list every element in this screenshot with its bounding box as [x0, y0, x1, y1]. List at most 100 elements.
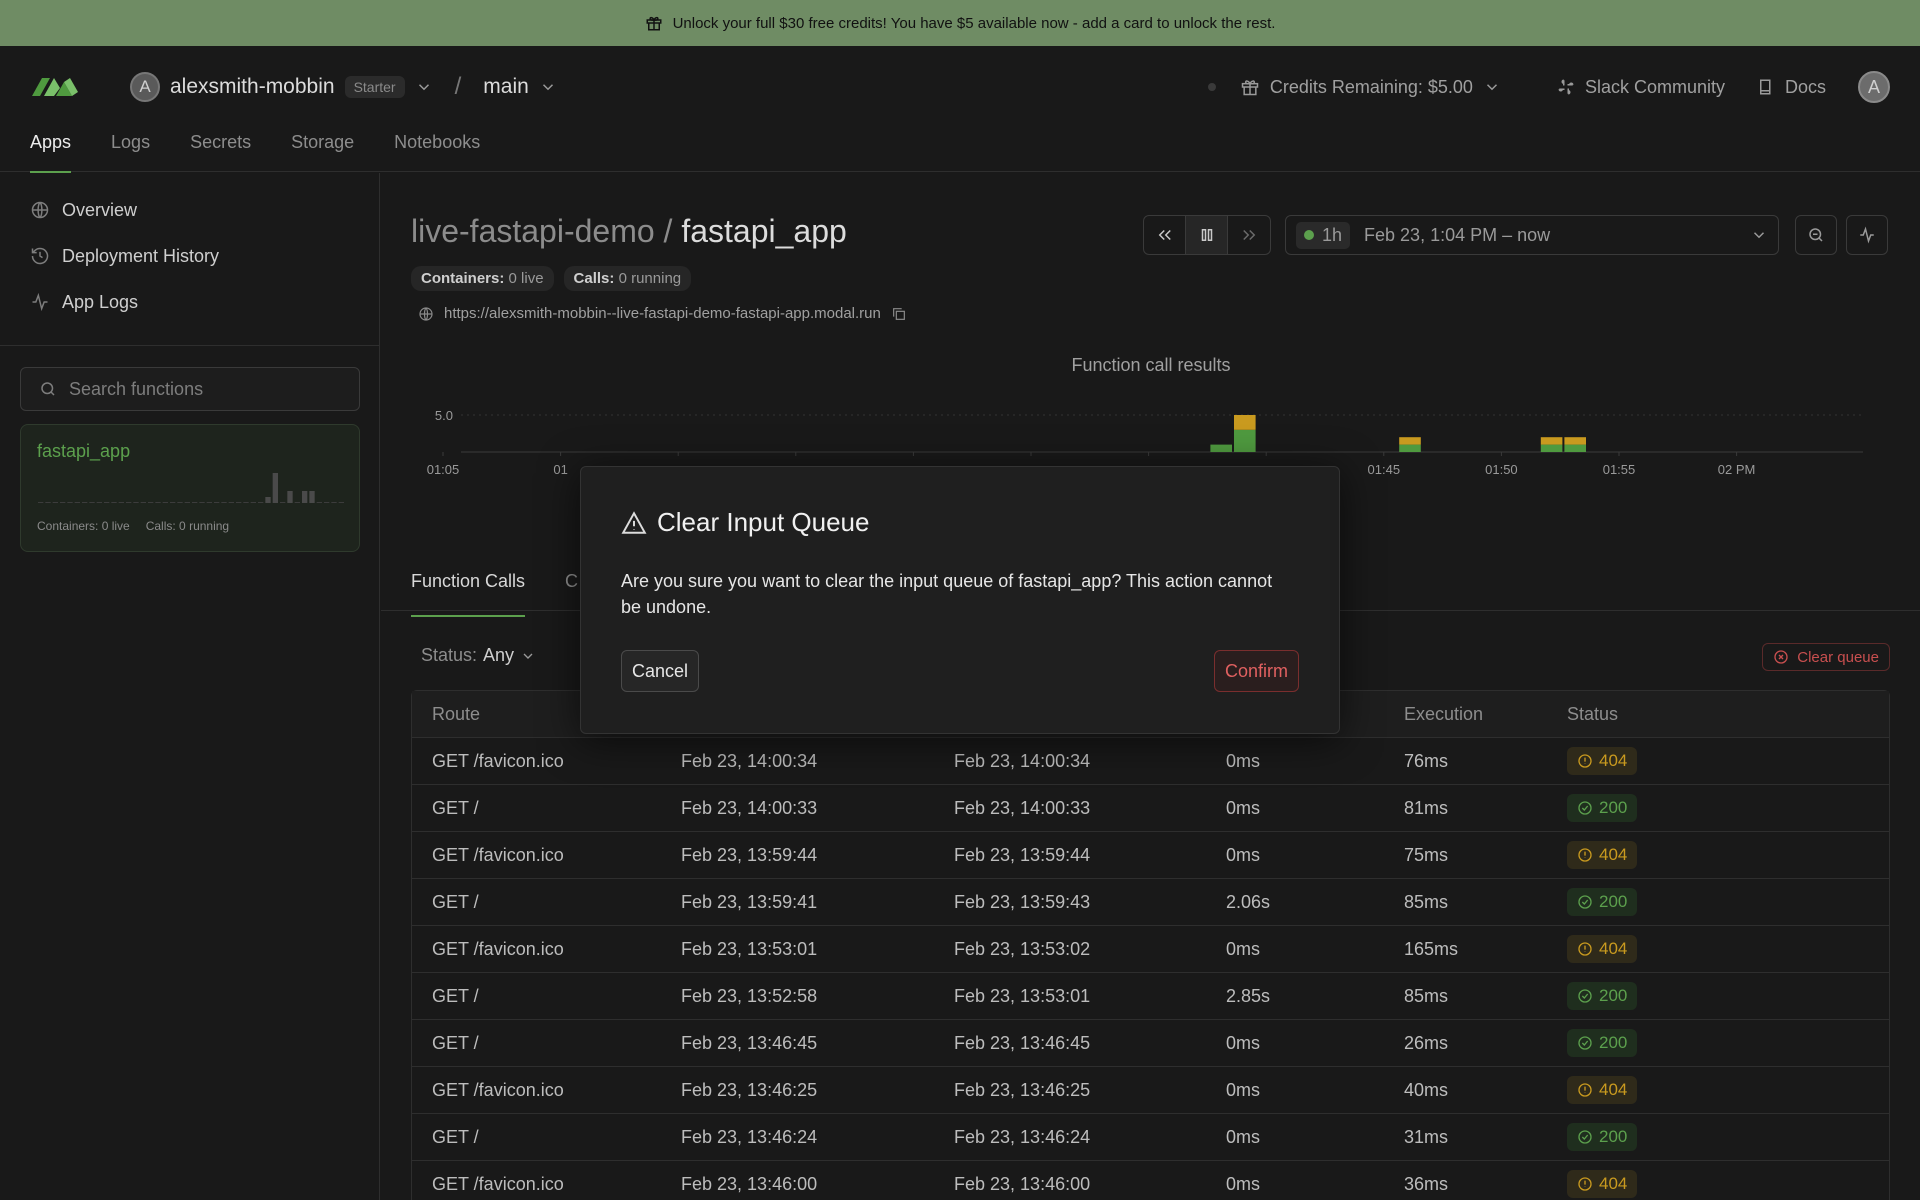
column-header[interactable]: Execution: [1404, 704, 1567, 725]
clear-queue-label: Clear queue: [1797, 648, 1879, 666]
table-row[interactable]: GET / Feb 23, 14:00:33 Feb 23, 14:00:33 0ms…: [412, 785, 1889, 832]
rewind-button[interactable]: [1144, 216, 1186, 254]
chart-bar: [1234, 415, 1256, 430]
sparkline-bar: [236, 502, 242, 503]
url-text[interactable]: https://alexsmith-mobbin--live-fastapi-d…: [444, 305, 881, 322]
main-nav: Apps Logs Secrets Storage Notebooks: [30, 132, 480, 173]
page-title: live-fastapi-demo / fastapi_app: [411, 213, 847, 250]
sidebar-item-app-logs[interactable]: App Logs: [30, 291, 349, 313]
start-time-cell: Feb 23, 13:52:58: [681, 985, 818, 1006]
table-row[interactable]: GET / Feb 23, 13:46:24 Feb 23, 13:46:24 0ms…: [412, 1114, 1889, 1161]
clear-queue-button[interactable]: Clear queue: [1762, 643, 1890, 671]
route-cell: GET /: [432, 1032, 479, 1053]
execution-cell: 165ms: [1404, 938, 1459, 959]
status-badge: 200: [1567, 794, 1638, 822]
queue-cell: 0ms: [1226, 1079, 1261, 1100]
execution-cell: 31ms: [1404, 1126, 1449, 1147]
org-avatar: A: [130, 72, 160, 102]
start-time-cell: Feb 23, 13:59:41: [681, 891, 818, 912]
start-time-cell: Feb 23, 14:00:34: [681, 750, 818, 771]
metrics-button[interactable]: [1846, 215, 1888, 255]
table-row[interactable]: GET /favicon.ico Feb 23, 13:46:25 Feb 23, …: [412, 1067, 1889, 1114]
sparkline-bar: [52, 502, 58, 503]
start-time-cell: Feb 23, 13:46:00: [681, 1173, 818, 1194]
sparkline-bar: [272, 473, 278, 503]
status-badge: 200: [1567, 982, 1638, 1010]
globe-icon: [30, 200, 50, 220]
x-tick-label: 01:50: [1485, 462, 1518, 477]
zoom-out-button[interactable]: [1795, 215, 1837, 255]
confirm-button[interactable]: Confirm: [1213, 650, 1299, 692]
sparkline-bar: [96, 502, 102, 503]
chart-bar: [1564, 437, 1586, 445]
sidebar-links: Overview Deployment History App Logs: [0, 173, 379, 346]
search-input[interactable]: [69, 378, 329, 400]
sidebar-item-label: Deployment History: [62, 245, 220, 266]
x-tick-label: 01:45: [1368, 462, 1401, 477]
breadcrumb-separator: /: [454, 73, 462, 100]
tab-containers[interactable]: C: [565, 571, 578, 611]
tab-secrets[interactable]: Secrets: [190, 132, 251, 172]
docs-link[interactable]: Docs: [1757, 77, 1826, 98]
sidebar-item-deployment-history[interactable]: Deployment History: [30, 245, 349, 267]
status-filter[interactable]: Status: Any: [421, 645, 536, 666]
modal-logo[interactable]: [30, 74, 80, 100]
app-stats: Containers: 0 live Calls: 0 running: [411, 266, 692, 291]
end-time-cell: Feb 23, 14:00:34: [954, 750, 1091, 771]
table-row[interactable]: GET /favicon.ico Feb 23, 14:00:34 Feb 23, …: [412, 738, 1889, 785]
tab-notebooks[interactable]: Notebooks: [394, 132, 480, 172]
pause-button[interactable]: [1186, 216, 1228, 254]
table-row[interactable]: GET /favicon.ico Feb 23, 13:46:00 Feb 23, …: [412, 1161, 1889, 1200]
status-badge: 200: [1567, 888, 1638, 916]
status-cell: 200: [1567, 794, 1867, 822]
end-time-cell: Feb 23, 14:00:33: [954, 797, 1091, 818]
sparkline-bar: [162, 502, 168, 503]
start-time-cell: Feb 23, 14:00:33: [681, 797, 818, 818]
slack-label: Slack Community: [1584, 76, 1725, 97]
route-cell: GET /favicon.ico: [432, 844, 564, 865]
user-avatar[interactable]: A: [1858, 71, 1890, 103]
sparkline-bar: [280, 502, 286, 503]
calls-label: Calls:: [573, 270, 615, 287]
table-row[interactable]: GET / Feb 23, 13:52:58 Feb 23, 13:53:01 2.8…: [412, 973, 1889, 1020]
function-card[interactable]: fastapi_app Containers: 0 live Calls: 0 …: [20, 424, 360, 552]
chevron-down-icon[interactable]: [539, 78, 557, 96]
route-cell: GET /favicon.ico: [432, 938, 564, 959]
globe-icon: [418, 306, 434, 322]
environment-name[interactable]: main: [483, 75, 529, 99]
credits-dropdown[interactable]: Credits Remaining: $5.00: [1240, 77, 1501, 98]
status-badge: 404: [1567, 935, 1638, 963]
route-cell: GET /favicon.ico: [432, 750, 564, 771]
function-sparkline: [38, 473, 344, 503]
function-name: fastapi_app: [37, 441, 131, 461]
sidebar-item-overview[interactable]: Overview: [30, 199, 349, 221]
column-header[interactable]: Status: [1567, 704, 1867, 725]
table-row[interactable]: GET / Feb 23, 13:46:45 Feb 23, 13:46:45 0ms…: [412, 1020, 1889, 1067]
cancel-button[interactable]: Cancel: [621, 650, 700, 692]
function-search[interactable]: [20, 367, 360, 411]
copy-icon[interactable]: [891, 306, 907, 322]
gift-icon: [645, 14, 663, 32]
table-row[interactable]: GET /favicon.ico Feb 23, 13:59:44 Feb 23, …: [412, 832, 1889, 879]
status-badge: 200: [1567, 1123, 1638, 1151]
org-switcher[interactable]: A alexsmith-mobbin Starter / main: [130, 70, 557, 104]
table-row[interactable]: GET /favicon.ico Feb 23, 13:53:01 Feb 23, …: [412, 926, 1889, 973]
queue-cell: 2.85s: [1226, 985, 1271, 1006]
time-range-picker[interactable]: 1h Feb 23, 1:04 PM – now: [1285, 215, 1779, 255]
slack-community-link[interactable]: Slack Community: [1557, 77, 1725, 98]
chevron-down-icon[interactable]: [415, 78, 433, 96]
sparkline-bar: [294, 502, 300, 503]
tab-function-calls[interactable]: Function Calls: [411, 571, 526, 617]
top-right-actions: Credits Remaining: $5.00 Slack Community…: [1207, 70, 1890, 104]
pause-icon: [1198, 226, 1216, 244]
forward-button[interactable]: [1228, 216, 1270, 254]
tab-apps[interactable]: Apps: [30, 132, 72, 173]
sidebar: Overview Deployment History App Logs fas…: [0, 173, 380, 1200]
status-code: 200: [1599, 1033, 1628, 1052]
sparkline-bar: [38, 502, 44, 503]
table-row[interactable]: GET / Feb 23, 13:59:41 Feb 23, 13:59:43 2.0…: [412, 879, 1889, 926]
status-code: 404: [1599, 751, 1628, 770]
tab-storage[interactable]: Storage: [291, 132, 354, 172]
function-calls: Calls: 0 running: [145, 519, 230, 533]
tab-logs[interactable]: Logs: [111, 132, 150, 172]
